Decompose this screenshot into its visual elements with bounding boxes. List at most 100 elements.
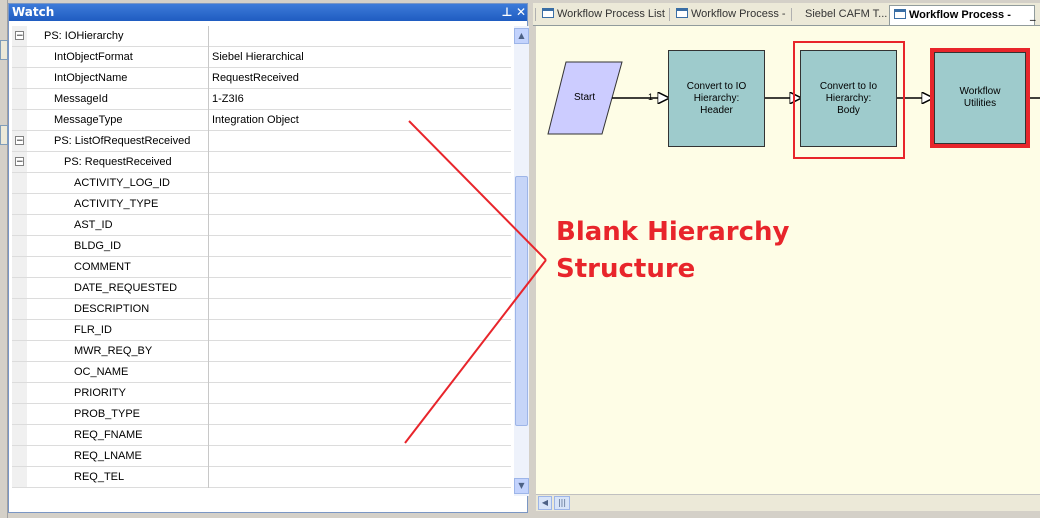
column-divider bbox=[208, 278, 209, 299]
annotation-line-1: Blank Hierarchy bbox=[556, 217, 790, 247]
watch-row-name: MWR_REQ_BY bbox=[74, 345, 153, 357]
close-icon[interactable]: ✕ bbox=[514, 5, 528, 19]
watch-row-name: DESCRIPTION bbox=[74, 303, 150, 315]
tab-overflow-icon[interactable]: _ bbox=[1030, 5, 1040, 24]
column-divider bbox=[208, 131, 209, 152]
watch-row-name: PS: IOHierarchy bbox=[44, 30, 124, 42]
watch-row[interactable]: ACTIVITY_LOG_ID bbox=[12, 173, 511, 194]
row-gutter bbox=[12, 446, 27, 466]
watch-row[interactable]: BLDG_ID bbox=[12, 236, 511, 257]
collapse-icon[interactable]: − bbox=[15, 31, 24, 41]
column-divider bbox=[208, 446, 209, 467]
tab-label: Workflow Process - bbox=[691, 8, 786, 20]
tab-label: Workflow Process - bbox=[909, 9, 1011, 21]
watch-row[interactable]: MWR_REQ_BY bbox=[12, 341, 511, 362]
scroll-down-icon[interactable]: ▼ bbox=[514, 478, 529, 494]
tab-workflow-process-list[interactable]: Workflow Process List bbox=[538, 5, 665, 24]
column-divider bbox=[208, 215, 209, 236]
tab-siebel-cafm[interactable]: Siebel CAFM T... bbox=[801, 5, 887, 24]
watch-row[interactable]: AST_ID bbox=[12, 215, 511, 236]
collapse-icon[interactable]: − bbox=[15, 157, 24, 167]
watch-row[interactable]: DESCRIPTION bbox=[12, 299, 511, 320]
tab-workflow-process-active[interactable]: Workflow Process - bbox=[889, 5, 1035, 25]
row-gutter bbox=[12, 467, 27, 487]
scroll-left-icon[interactable]: ◀ bbox=[538, 496, 552, 510]
row-gutter bbox=[12, 257, 27, 277]
row-gutter bbox=[12, 320, 27, 340]
step-label: Convert to IO Hierarchy: Header bbox=[686, 80, 747, 116]
watch-vertical-scrollbar[interactable]: ▲ ▼ bbox=[514, 26, 529, 496]
watch-row[interactable]: REQ_LNAME bbox=[12, 446, 511, 467]
tab-separator bbox=[669, 8, 670, 21]
edge-toolbar-button[interactable] bbox=[0, 40, 8, 60]
edge-toolbar-button[interactable] bbox=[0, 125, 8, 145]
watch-row[interactable]: REQ_FNAME bbox=[12, 425, 511, 446]
watch-row[interactable]: OC_NAME bbox=[12, 362, 511, 383]
watch-row-name: PRIORITY bbox=[74, 387, 126, 399]
watch-row[interactable]: PROB_TYPE bbox=[12, 404, 511, 425]
column-divider bbox=[208, 257, 209, 278]
watch-row-name: FLR_ID bbox=[74, 324, 112, 336]
watch-title: Watch bbox=[12, 5, 55, 19]
collapse-icon[interactable]: − bbox=[15, 136, 24, 146]
column-divider bbox=[208, 152, 209, 173]
watch-row-name: OC_NAME bbox=[74, 366, 129, 378]
row-gutter bbox=[12, 362, 27, 382]
watch-row-name: MessageId bbox=[54, 93, 108, 105]
watch-row[interactable]: FLR_ID bbox=[12, 320, 511, 341]
column-divider bbox=[208, 362, 209, 383]
step-workflow-utilities[interactable]: Workflow Utilities bbox=[934, 52, 1026, 144]
watch-row-name: REQ_TEL bbox=[74, 471, 125, 483]
canvas-horizontal-scrollbar[interactable]: ◀ ||| bbox=[536, 494, 1040, 511]
watch-row-name: IntObjectFormat bbox=[54, 51, 133, 63]
row-gutter bbox=[12, 89, 27, 109]
step-label: Convert to Io Hierarchy: Body bbox=[819, 80, 878, 116]
document-tab-bar: Workflow Process List Workflow Process -… bbox=[533, 3, 1040, 26]
watch-row[interactable]: − PS: RequestReceived bbox=[12, 152, 511, 173]
watch-row[interactable]: COMMENT bbox=[12, 257, 511, 278]
column-divider bbox=[208, 89, 209, 110]
column-divider bbox=[208, 173, 209, 194]
column-divider bbox=[208, 68, 209, 89]
watch-row-name: REQ_LNAME bbox=[74, 450, 142, 462]
column-divider bbox=[208, 404, 209, 425]
tab-label: Siebel CAFM T... bbox=[805, 8, 888, 20]
scroll-thumb[interactable] bbox=[515, 176, 528, 426]
scroll-up-icon[interactable]: ▲ bbox=[514, 28, 529, 44]
start-label: Start bbox=[574, 92, 596, 103]
tab-workflow-process-1[interactable]: Workflow Process - bbox=[672, 5, 786, 24]
column-divider bbox=[208, 110, 209, 131]
watch-row[interactable]: DATE_REQUESTED bbox=[12, 278, 511, 299]
scroll-thumb[interactable]: ||| bbox=[554, 496, 570, 510]
watch-row[interactable]: IntObjectName RequestReceived bbox=[12, 68, 511, 89]
watch-row[interactable]: REQ_TEL bbox=[12, 467, 511, 488]
watch-row[interactable]: IntObjectFormat Siebel Hierarchical bbox=[12, 47, 511, 68]
watch-row[interactable]: MessageId 1-Z3I6 bbox=[12, 89, 511, 110]
watch-row-name: ACTIVITY_LOG_ID bbox=[74, 177, 170, 189]
annotation-text: Blank Hierarchy Structure bbox=[556, 214, 790, 288]
tab-separator bbox=[791, 8, 792, 21]
row-gutter bbox=[12, 110, 27, 130]
watch-row-value: Integration Object bbox=[212, 114, 299, 126]
watch-row[interactable]: ACTIVITY_TYPE bbox=[12, 194, 511, 215]
watch-row[interactable]: MessageType Integration Object bbox=[12, 110, 511, 131]
watch-row-value: 1-Z3I6 bbox=[212, 93, 244, 105]
watch-row[interactable]: − PS: ListOfRequestReceived bbox=[12, 131, 511, 152]
row-gutter bbox=[12, 404, 27, 424]
pin-icon[interactable]: ⊥ bbox=[500, 5, 514, 19]
document-icon bbox=[542, 8, 554, 18]
watch-row-name: DATE_REQUESTED bbox=[74, 282, 178, 294]
annotation-line-2: Structure bbox=[556, 254, 696, 284]
row-gutter bbox=[12, 341, 27, 361]
watch-row[interactable]: PRIORITY bbox=[12, 383, 511, 404]
watch-row-name: AST_ID bbox=[74, 219, 113, 231]
watch-row[interactable]: − PS: IOHierarchy bbox=[12, 26, 511, 47]
step-convert-body[interactable]: Convert to Io Hierarchy: Body bbox=[800, 50, 897, 147]
connector-label: 1 bbox=[648, 92, 654, 102]
row-gutter bbox=[12, 236, 27, 256]
row-gutter bbox=[12, 425, 27, 445]
document-icon bbox=[676, 8, 688, 18]
step-convert-header[interactable]: Convert to IO Hierarchy: Header bbox=[668, 50, 765, 147]
column-divider bbox=[208, 425, 209, 446]
watch-row-value: RequestReceived bbox=[212, 72, 299, 84]
